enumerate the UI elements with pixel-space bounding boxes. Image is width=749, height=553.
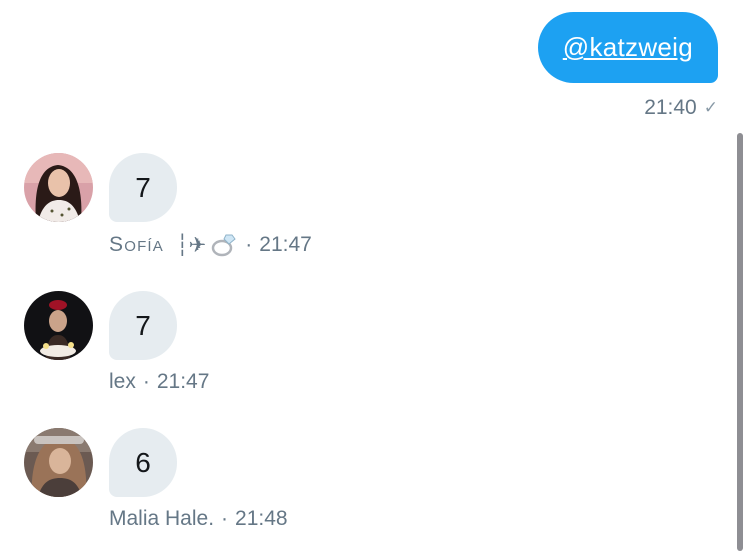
check-icon: ✓ (703, 98, 718, 117)
scrollbar[interactable] (737, 133, 743, 551)
message-meta: Malia Hale. · 21:48 (109, 507, 288, 531)
message-bubble[interactable]: 7 (109, 153, 177, 222)
avatar-image (24, 291, 93, 360)
avatar[interactable] (24, 153, 93, 222)
message-bubble[interactable]: 7 (109, 291, 177, 360)
message-timestamp: 21:47 (259, 233, 312, 256)
incoming-message: 7 lex · 21:47 (24, 291, 424, 401)
avatar-image (24, 153, 93, 222)
incoming-message: 6 Malia Hale. · 21:48 (24, 428, 424, 538)
sender-name-suffix: ┆✈ (176, 233, 207, 257)
separator: · (142, 370, 150, 393)
outgoing-message-meta: 21:40 ✓ (644, 96, 718, 120)
avatar[interactable] (24, 291, 93, 360)
sender-name[interactable]: Malia Hale. (109, 507, 214, 531)
sender-name[interactable]: lex (109, 370, 136, 394)
message-text: 6 (135, 446, 151, 478)
avatar-image (24, 428, 93, 497)
message-text: 7 (135, 309, 151, 341)
separator: · (221, 507, 229, 530)
outgoing-timestamp: 21:40 (644, 96, 697, 119)
sender-name[interactable]: Sofía (109, 233, 164, 257)
avatar[interactable] (24, 428, 93, 497)
separator: · (245, 233, 253, 256)
incoming-message: 7 Sofía ┆✈ · 21:47 (24, 153, 424, 263)
message-meta: Sofía ┆✈ · 21:47 (109, 232, 312, 258)
message-meta: lex · 21:47 (109, 370, 209, 394)
message-timestamp: 21:48 (235, 507, 288, 530)
outgoing-message-bubble[interactable]: @katzweig (537, 12, 718, 83)
message-bubble[interactable]: 6 (109, 428, 177, 497)
message-timestamp: 21:47 (156, 370, 210, 393)
message-text: 7 (135, 171, 151, 203)
ring-icon (210, 232, 238, 258)
mention-link[interactable]: @katzweig (563, 32, 693, 63)
